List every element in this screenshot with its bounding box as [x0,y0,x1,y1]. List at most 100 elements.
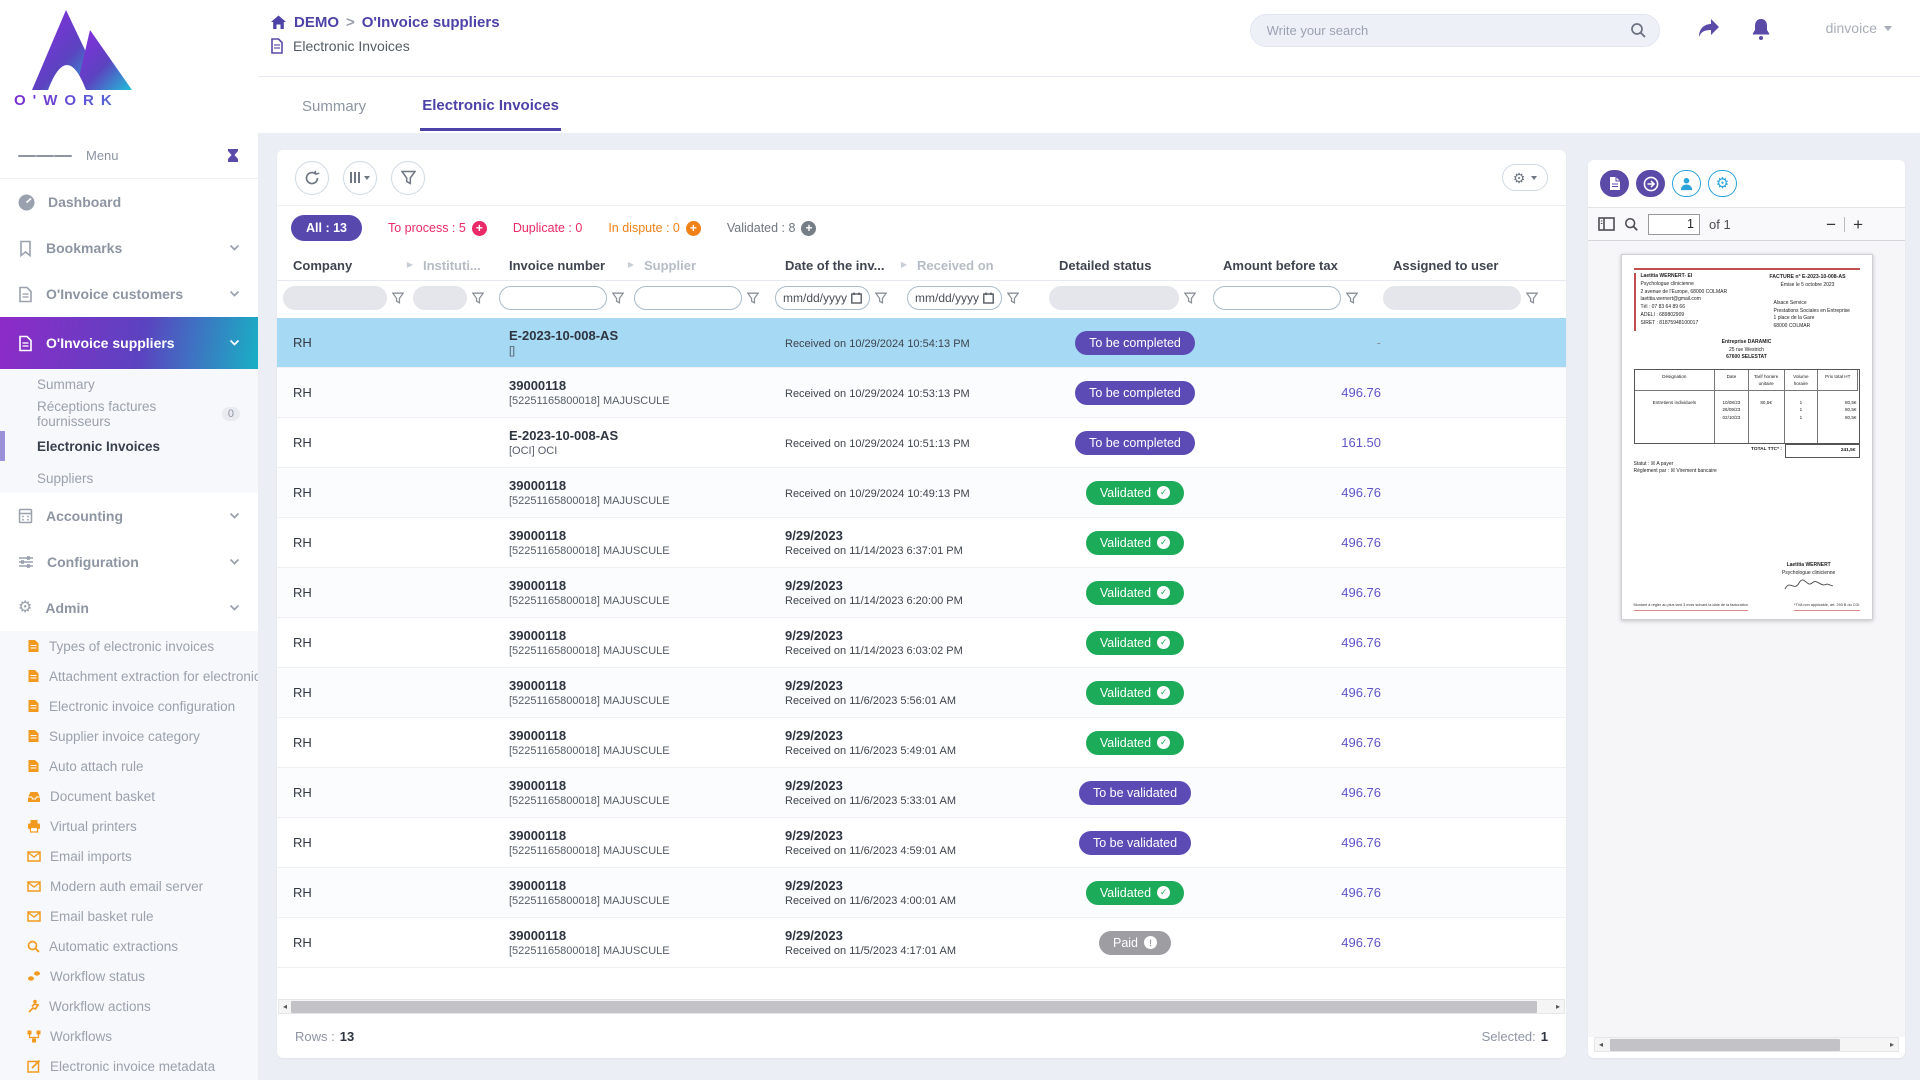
scroll-left-icon[interactable]: ◂ [279,1003,291,1011]
table-row[interactable]: RH E-2023-10-008-AS [] Received on 10/29… [277,318,1566,368]
table-row[interactable]: RH 39000118 [52251165800018] MAJUSCULE 9… [277,868,1566,918]
sidebar-item-dashboard[interactable]: Dashboard [0,179,258,225]
refresh-button[interactable] [295,161,329,195]
search-icon[interactable] [1630,22,1647,39]
column-supplier[interactable]: Supplier [636,250,777,280]
amount-link[interactable]: 496.76 [1341,885,1381,900]
table-row[interactable]: RH 39000118 [52251165800018] MAJUSCULE 9… [277,818,1566,868]
page-number-input[interactable] [1648,214,1700,235]
column-company[interactable]: Company▶ [285,250,415,280]
home-icon[interactable] [270,15,287,30]
scrollbar-thumb[interactable] [1610,1039,1840,1051]
supplier-filter[interactable] [634,286,742,310]
admin-item-automatic-extractions[interactable]: Automatic extractions [0,931,258,961]
admin-item-electronic-invoice-metadata[interactable]: Electronic invoice metadata [0,1051,258,1080]
table-row[interactable]: RH E-2023-10-008-AS [OCI] OCI Received o… [277,418,1566,468]
user-menu[interactable]: dinvoice [1826,20,1892,36]
pdf-search-icon[interactable] [1624,217,1639,232]
submenu-item-receptions[interactable]: Réceptions factures fournisseurs 0 [0,399,258,429]
invoice-date-filter[interactable]: mm/dd/yyyy [775,286,870,310]
admin-item-workflow-status[interactable]: Workflow status [0,961,258,991]
column-invoice-date[interactable]: Date of the inv...▶ [777,250,909,280]
chip-validated[interactable]: Validated : 8 + [727,221,817,236]
amount-link[interactable]: 496.76 [1341,935,1381,950]
received-on-filter[interactable]: mm/dd/yyyy [907,286,1002,310]
funnel-icon[interactable] [472,292,484,304]
admin-item-document-basket[interactable]: Document basket [0,781,258,811]
funnel-icon[interactable] [1526,292,1538,304]
zoom-out-button[interactable]: − [1826,216,1836,233]
table-row[interactable]: RH 39000118 [52251165800018] MAJUSCULE R… [277,468,1566,518]
funnel-icon[interactable] [875,292,887,304]
admin-item-invoice-configuration[interactable]: Electronic invoice configuration [0,691,258,721]
admin-item-email-imports[interactable]: Email imports [0,841,258,871]
amount-link[interactable]: 496.76 [1341,585,1381,600]
scroll-left-icon[interactable]: ◂ [1595,1041,1607,1049]
download-pdf-button[interactable] [1600,170,1629,197]
invoice-number-filter[interactable] [499,286,607,310]
columns-button[interactable] [343,161,377,195]
breadcrumb-home[interactable]: DEMO [294,14,339,31]
amount-link[interactable]: 496.76 [1341,785,1381,800]
sidebar-item-oinvoice-suppliers[interactable]: O'Invoice suppliers [0,317,258,369]
amount-link[interactable]: 496.76 [1341,385,1381,400]
tab-summary[interactable]: Summary [300,81,368,129]
table-row[interactable]: RH 39000118 [52251165800018] MAJUSCULE 9… [277,918,1566,968]
column-invoice-number[interactable]: Invoice number▶ [501,250,636,280]
sidebar-item-oinvoice-customers[interactable]: O'Invoice customers [0,271,258,317]
preview-settings-button[interactable]: ⚙ [1708,170,1737,197]
table-row[interactable]: RH 39000118 [52251165800018] MAJUSCULE R… [277,368,1566,418]
pdf-viewer[interactable]: Laetitia WERNERT- EI Psychologue clinici… [1588,241,1905,1037]
column-institution[interactable]: Instituti... [415,250,501,280]
table-row[interactable]: RH 39000118 [52251165800018] MAJUSCULE 9… [277,668,1566,718]
amount-link[interactable]: 496.76 [1341,635,1381,650]
admin-item-email-basket-rule[interactable]: Email basket rule [0,901,258,931]
funnel-icon[interactable] [1184,292,1196,304]
chip-to-process[interactable]: To process : 5 + [388,221,487,236]
sidebar-item-admin[interactable]: ⚙ Admin [0,585,258,631]
preview-horizontal-scrollbar[interactable]: ◂ ▸ [1594,1037,1899,1052]
scroll-right-icon[interactable]: ▸ [1552,1003,1564,1011]
chip-in-dispute[interactable]: In dispute : 0 + [608,221,701,236]
admin-item-types-of-electronic-invoices[interactable]: Types of electronic invoices [0,631,258,661]
scrollbar-thumb[interactable] [291,1001,1537,1013]
table-row[interactable]: RH 39000118 [52251165800018] MAJUSCULE 9… [277,518,1566,568]
sidebar-toggle-icon[interactable] [1598,217,1615,231]
column-detailed-status[interactable]: Detailed status [1051,250,1215,280]
sidebar-item-accounting[interactable]: Accounting [0,493,258,539]
table-row[interactable]: RH 39000118 [52251165800018] MAJUSCULE 9… [277,768,1566,818]
search-input[interactable] [1267,23,1630,38]
admin-item-workflow-actions[interactable]: Workflow actions [0,991,258,1021]
assign-user-button[interactable] [1672,170,1701,197]
funnel-icon[interactable] [1346,292,1358,304]
amount-filter[interactable] [1213,286,1341,310]
table-settings-button[interactable]: ⚙ [1502,164,1548,191]
table-horizontal-scrollbar[interactable]: ◂ ▸ [278,999,1565,1014]
zoom-in-button[interactable]: + [1853,216,1863,233]
amount-link[interactable]: - [1377,335,1381,350]
breadcrumb-section[interactable]: O'Invoice suppliers [362,14,500,31]
table-row[interactable]: RH 39000118 [52251165800018] MAJUSCULE 9… [277,568,1566,618]
admin-item-workflows[interactable]: Workflows [0,1021,258,1051]
pin-icon[interactable] [226,148,240,163]
chip-all[interactable]: All : 13 [291,215,362,241]
notifications-button[interactable] [1750,17,1772,44]
admin-item-supplier-invoice-category[interactable]: Supplier invoice category [0,721,258,751]
submenu-item-suppliers[interactable]: Suppliers [0,463,258,493]
amount-link[interactable]: 496.76 [1341,535,1381,550]
amount-link[interactable]: 496.76 [1341,485,1381,500]
scroll-right-icon[interactable]: ▸ [1886,1041,1898,1049]
funnel-icon[interactable] [612,292,624,304]
hamburger-icon[interactable] [18,152,72,160]
amount-link[interactable]: 161.50 [1341,435,1381,450]
amount-link[interactable]: 496.76 [1341,735,1381,750]
share-button[interactable] [1696,17,1722,42]
submenu-item-summary[interactable]: Summary [0,369,258,399]
open-document-button[interactable] [1636,170,1665,197]
funnel-icon[interactable] [392,292,404,304]
column-received-on[interactable]: Received on [909,250,1051,280]
sidebar-item-configuration[interactable]: Configuration [0,539,258,585]
amount-link[interactable]: 496.76 [1341,685,1381,700]
table-row[interactable]: RH 39000118 [52251165800018] MAJUSCULE 9… [277,618,1566,668]
filter-button[interactable] [391,161,425,195]
